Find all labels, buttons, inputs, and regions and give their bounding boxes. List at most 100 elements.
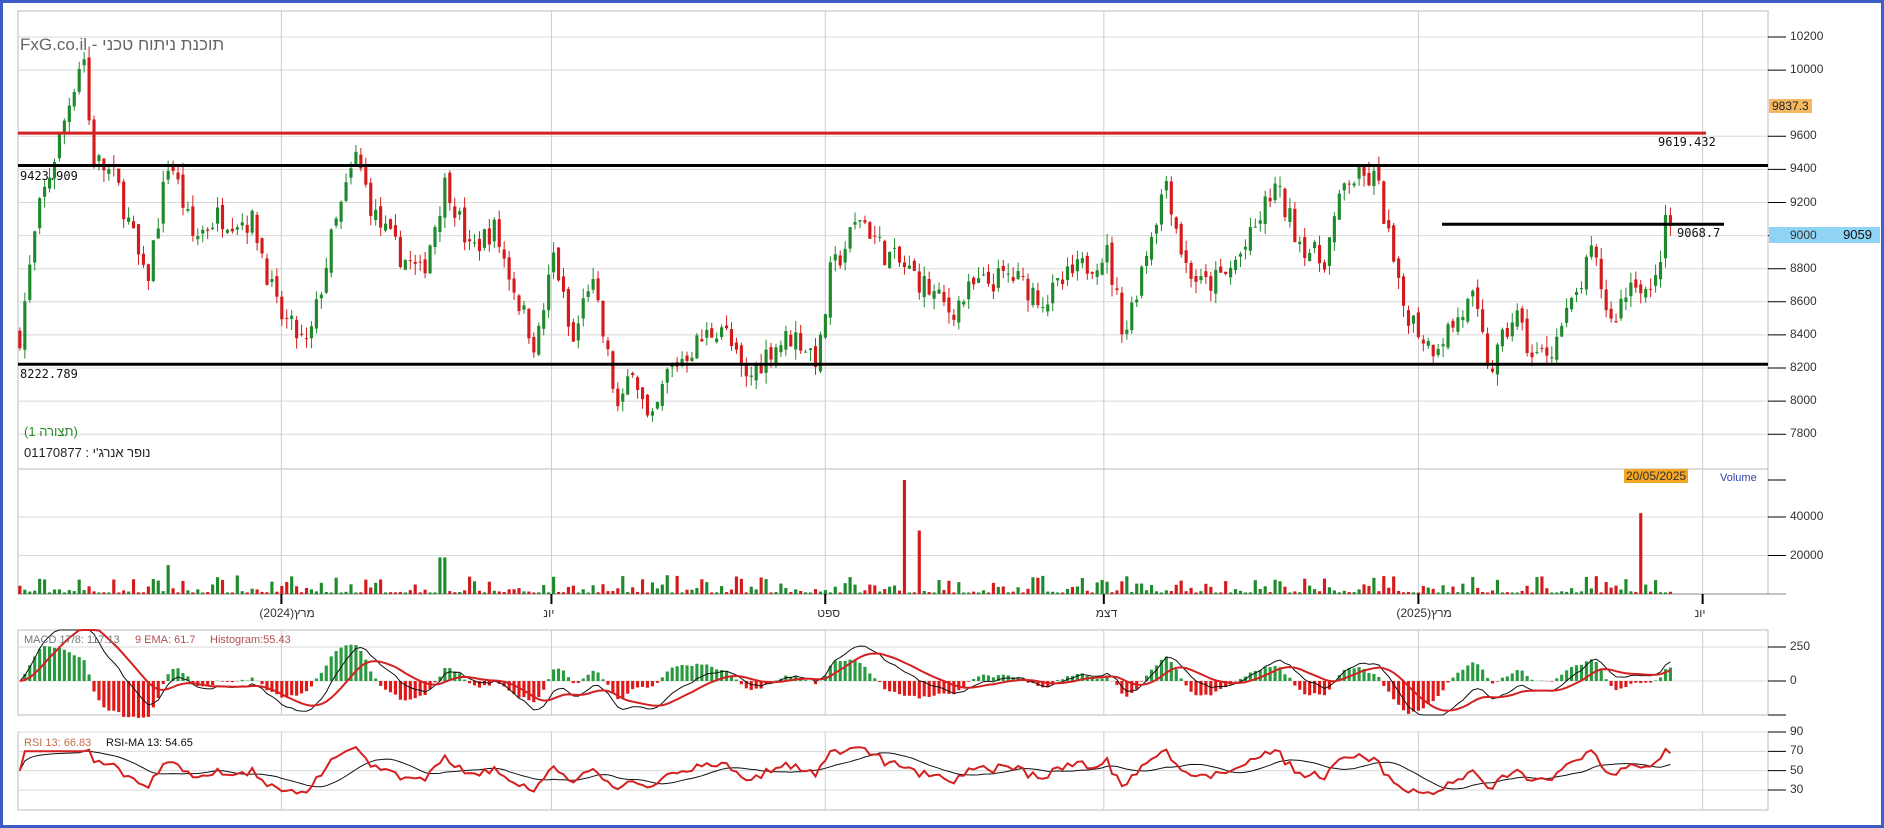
volume-bar [922, 590, 926, 594]
volume-bar [285, 582, 289, 594]
candle-body [902, 262, 907, 268]
candle-body [18, 330, 22, 349]
macd-histogram-bar [57, 647, 61, 681]
candle-body [92, 119, 96, 165]
candle-body [171, 167, 175, 171]
candle-body [1317, 244, 1322, 264]
candle-body [957, 300, 961, 323]
volume-bar [1283, 586, 1287, 594]
candle-body [774, 347, 778, 364]
candle-body [339, 201, 343, 222]
macd-histogram-bar [1461, 669, 1465, 681]
volume-bar [1481, 592, 1485, 594]
candle-body [1629, 282, 1633, 297]
volume-bar [448, 591, 452, 594]
macd-histogram-bar [1486, 678, 1490, 681]
macd-histogram-bar [942, 681, 946, 694]
candle-body [285, 317, 289, 319]
volume-axis-label: 40000 [1790, 509, 1824, 523]
candle-body [468, 239, 472, 242]
candle-body [270, 279, 274, 282]
candle-body [482, 229, 486, 248]
candle-body [1224, 271, 1228, 274]
volume-bar [1075, 586, 1079, 594]
macd-histogram-bar [309, 681, 314, 687]
candle-body [428, 245, 432, 274]
candle-body [1154, 224, 1159, 234]
macd-histogram-bar [433, 681, 437, 683]
macd-histogram-bar [398, 681, 402, 700]
volume-bar [1392, 576, 1396, 594]
macd-histogram-bar [1634, 681, 1638, 683]
candle-body [804, 351, 808, 353]
volume-bar [813, 589, 818, 594]
volume-bar [1317, 591, 1322, 594]
volume-bar [571, 585, 575, 594]
volume-bar [240, 591, 244, 594]
candle-body [77, 68, 81, 92]
volume-bar [1456, 592, 1460, 594]
volume-bar [1377, 591, 1381, 594]
volume-bar [1095, 582, 1099, 594]
volume-bar [300, 592, 304, 594]
volume-bar [1169, 591, 1173, 594]
macd-histogram-bar [774, 680, 778, 681]
candle-body [181, 174, 185, 208]
level-label-9068: 9068.7 [1677, 226, 1721, 240]
macd-histogram-bar [556, 668, 561, 681]
price-axis-label: 8800 [1790, 260, 1817, 275]
candle-body [1584, 256, 1588, 290]
macd-histogram-bar [912, 681, 916, 696]
candle-body [645, 394, 650, 416]
macd-histogram-bar [225, 681, 230, 682]
volume-bar [833, 586, 837, 594]
volume-bar [532, 592, 536, 594]
candle-body [349, 168, 353, 178]
volume-bar [1530, 592, 1534, 594]
candle-body [927, 279, 931, 295]
macd-histogram-bar [1293, 681, 1297, 686]
volume-bar [67, 590, 71, 594]
volume-bar [1021, 592, 1025, 594]
volume-bar [1140, 583, 1144, 594]
volume-bar [972, 591, 976, 594]
volume-bar [537, 592, 541, 594]
macd-histogram-bar [1550, 681, 1554, 682]
candle-body [616, 388, 620, 407]
candle-body [354, 151, 358, 166]
macd-histogram-bar [1510, 673, 1514, 681]
volume-bar [715, 592, 719, 594]
macd-histogram-bar [977, 676, 981, 681]
volume-bar [324, 591, 328, 594]
volume-bar [596, 592, 600, 594]
macd-histogram-bar [1560, 674, 1564, 681]
candle-body [1520, 308, 1524, 323]
candle-body [1624, 297, 1628, 303]
macd-histogram-bar [1179, 678, 1183, 681]
volume-bar [1486, 592, 1490, 594]
candle-body [423, 259, 427, 274]
macd-histogram-bar [1169, 662, 1173, 681]
candle-body [1332, 216, 1336, 243]
macd-histogram-bar [1189, 681, 1193, 692]
candle-body [1540, 347, 1544, 349]
volume-bar [1298, 592, 1302, 594]
volume-bar [705, 582, 709, 594]
macd-histogram-bar [986, 675, 991, 681]
candle-body [487, 228, 491, 245]
chart-canvas[interactable] [0, 0, 1884, 828]
price-axis-label: 10200 [1790, 29, 1824, 43]
volume-bar [1362, 584, 1366, 594]
candle-body [1545, 347, 1549, 356]
candle-body [1110, 242, 1114, 285]
volume-bar [1164, 590, 1168, 594]
volume-bar [1495, 579, 1500, 594]
candle-body [695, 335, 699, 359]
volume-bar [482, 592, 486, 594]
volume-bar [542, 585, 546, 594]
volume-bar [1135, 583, 1139, 594]
macd-histogram-bar [166, 674, 170, 681]
volume-bar [82, 590, 86, 594]
candle-body [626, 376, 630, 395]
level-label-9619: 9619.432 [1658, 135, 1716, 149]
